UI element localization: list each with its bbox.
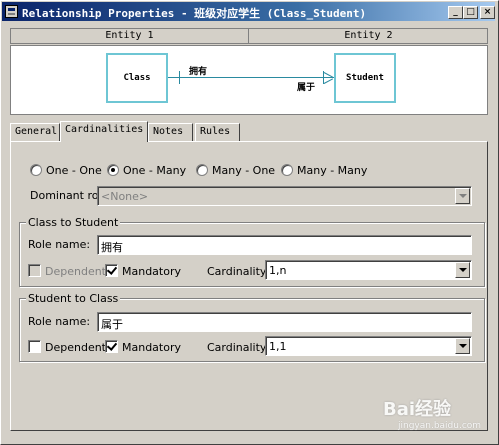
- relationship-line: [168, 77, 334, 78]
- relationship-diagram: Class 拥有 属于 Student: [10, 45, 488, 115]
- c2s-dependent-checkbox[interactable]: Dependent: [28, 264, 106, 278]
- radio-one-many[interactable]: One - Many: [107, 164, 186, 178]
- chevron-down-icon[interactable]: [455, 188, 470, 204]
- window-title: Relationship Properties - 班级对应学生 (Class_…: [22, 7, 367, 20]
- tab-general[interactable]: General: [10, 123, 60, 141]
- checkbox-icon[interactable]: [28, 264, 41, 277]
- radio-button-selected-icon[interactable]: [107, 164, 119, 176]
- s2c-dependent-label: Dependent: [45, 341, 106, 354]
- chevron-down-icon[interactable]: [455, 338, 470, 354]
- s2c-mandatory-checkbox[interactable]: Mandatory: [105, 340, 181, 354]
- c2s-mandatory-label: Mandatory: [122, 265, 182, 278]
- dominant-role-value: <None>: [101, 190, 149, 203]
- class-to-student-title: Class to Student: [26, 216, 121, 229]
- c2s-role-name-label: Role name:: [28, 238, 91, 251]
- radio-many-one[interactable]: Many - One: [196, 164, 275, 178]
- entity-box-class: Class: [106, 53, 168, 103]
- entity-box-student: Student: [334, 53, 396, 103]
- entity-header: Entity 1 Entity 2: [10, 28, 488, 44]
- radio-label: One - Many: [123, 164, 187, 177]
- entity2-header: Entity 2: [344, 30, 393, 41]
- role-label-class: 拥有: [189, 67, 208, 77]
- radio-label: Many - Many: [297, 164, 368, 177]
- tab-notes[interactable]: Notes: [148, 123, 193, 141]
- c2s-cardinality-select[interactable]: 1,n: [265, 260, 472, 280]
- minimize-button[interactable]: _: [448, 6, 463, 19]
- tab-cardinalities[interactable]: Cardinalities: [60, 121, 148, 142]
- c2s-cardinality-label: Cardinality:: [207, 265, 270, 278]
- s2c-cardinality-value: 1,1: [269, 340, 287, 353]
- radio-label: Many - One: [212, 164, 276, 177]
- role-label-student: 属于: [297, 83, 316, 93]
- c2s-role-name-value: 拥有: [101, 241, 123, 254]
- dominant-role-select[interactable]: <None>: [97, 186, 472, 206]
- window-icon[interactable]: [5, 5, 18, 18]
- checkbox-icon[interactable]: [28, 340, 41, 353]
- s2c-role-name-value: 属于: [101, 318, 123, 331]
- s2c-mandatory-label: Mandatory: [122, 341, 182, 354]
- radio-button-icon[interactable]: [196, 164, 208, 176]
- title-bar[interactable]: Relationship Properties - 班级对应学生 (Class_…: [2, 2, 495, 21]
- s2c-role-name-label: Role name:: [28, 315, 91, 328]
- s2c-dependent-checkbox[interactable]: Dependent: [28, 340, 106, 354]
- radio-one-one[interactable]: One - One: [30, 164, 102, 178]
- entity1-header: Entity 1: [11, 29, 249, 43]
- cardinality-one-mark: [179, 71, 180, 84]
- s2c-role-name-input[interactable]: 属于: [97, 312, 472, 332]
- c2s-cardinality-value: 1,n: [269, 264, 287, 277]
- tab-rules[interactable]: Rules: [195, 123, 240, 141]
- s2c-cardinality-select[interactable]: 1,1: [265, 336, 472, 356]
- c2s-role-name-input[interactable]: 拥有: [97, 235, 472, 255]
- chevron-down-icon[interactable]: [455, 262, 470, 278]
- s2c-cardinality-label: Cardinality:: [207, 341, 270, 354]
- radio-button-icon[interactable]: [30, 164, 42, 176]
- radio-button-icon[interactable]: [281, 164, 293, 176]
- close-button[interactable]: ×: [480, 6, 495, 19]
- maximize-button[interactable]: □: [463, 6, 478, 19]
- student-to-class-title: Student to Class: [26, 292, 121, 305]
- radio-label: One - One: [46, 164, 102, 177]
- c2s-dependent-label: Dependent: [45, 265, 106, 278]
- crows-foot-lower: [323, 78, 334, 84]
- radio-many-many[interactable]: Many - Many: [281, 164, 367, 178]
- watermark-logo: Bai经验: [383, 399, 452, 420]
- c2s-mandatory-checkbox[interactable]: Mandatory: [105, 264, 181, 278]
- checkbox-checked-icon[interactable]: [105, 264, 118, 277]
- watermark-url: jingyan.baidu.com: [398, 421, 482, 431]
- checkbox-checked-icon[interactable]: [105, 340, 118, 353]
